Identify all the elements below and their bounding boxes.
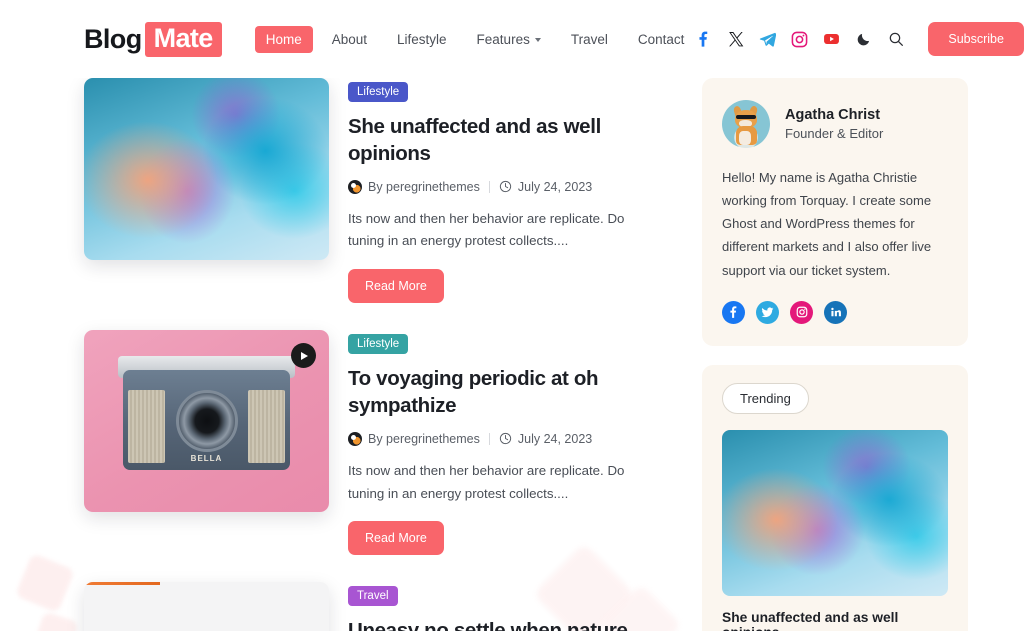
author-name: Agatha Christ	[785, 107, 881, 123]
dark-mode-moon-icon[interactable]	[855, 31, 872, 48]
main-navigation: Home About Lifestyle Features Travel Con…	[254, 25, 696, 53]
nav-label: Home	[265, 31, 302, 47]
trending-card: Trending She unaffected and as well opin…	[702, 364, 968, 631]
author-bio: Hello! My name is Agatha Christie workin…	[722, 170, 932, 278]
article-thumbnail-loading[interactable]	[84, 582, 329, 631]
sidebar: Agatha Christ Founder & Editor Hello! My…	[702, 78, 968, 631]
youtube-icon[interactable]	[823, 31, 840, 48]
category-badge[interactable]: Travel	[348, 586, 398, 607]
nav-label: Lifestyle	[397, 31, 447, 47]
logo-text-accent: Mate	[144, 21, 222, 57]
article-thumbnail-abstract-ink[interactable]	[84, 78, 329, 260]
article-meta: By peregrinethemes July 24, 2023	[348, 179, 664, 194]
author-avatar	[722, 100, 770, 148]
page-content: Lifestyle She unaffected and as well opi…	[0, 78, 1024, 631]
article-date: July 24, 2023	[499, 432, 592, 446]
camera-grip-left	[128, 390, 165, 464]
nav-label: Travel	[570, 31, 608, 47]
nav-label: Features	[476, 31, 530, 47]
subscribe-button[interactable]: Subscribe	[928, 22, 1024, 56]
article-author: By peregrinethemes	[348, 179, 480, 194]
article-meta: By peregrinethemes July 24, 2023	[348, 431, 664, 446]
author-role: Founder & Editor	[785, 126, 884, 141]
article-title[interactable]: She unaffected and as well opinions	[348, 113, 664, 168]
date-text: July 24, 2023	[517, 179, 593, 194]
camera-grip-right	[248, 390, 285, 464]
date-text: July 24, 2023	[517, 431, 593, 446]
article-body: Lifestyle To voyaging periodic at oh sym…	[348, 330, 664, 556]
author-identity: Agatha Christ Founder & Editor	[785, 107, 883, 141]
article-date: July 24, 2023	[499, 180, 592, 194]
article-excerpt: Its now and then her behavior are replic…	[348, 462, 625, 501]
author-avatar-icon	[348, 431, 362, 446]
clock-icon	[499, 180, 512, 193]
x-twitter-icon[interactable]	[727, 31, 744, 48]
camera-brand-label: BELLA	[190, 454, 223, 464]
search-icon[interactable]	[887, 31, 904, 48]
read-more-button[interactable]: Read More	[348, 269, 444, 304]
nav-item-home[interactable]: Home	[254, 25, 313, 53]
nav-item-about[interactable]: About	[321, 26, 378, 53]
camera-lens	[175, 390, 238, 453]
author-avatar-icon	[348, 179, 362, 194]
article-author: By peregrinethemes	[348, 431, 480, 446]
article-list: Lifestyle She unaffected and as well opi…	[84, 78, 664, 631]
facebook-icon[interactable]	[722, 300, 745, 324]
instagram-icon[interactable]	[790, 300, 813, 324]
author-name: By peregrinethemes	[368, 431, 480, 446]
author-card: Agatha Christ Founder & Editor Hello! My…	[702, 78, 968, 346]
meta-divider	[488, 432, 490, 445]
article-title[interactable]: Uneasy no settle when nature limit in an…	[348, 617, 664, 631]
avatar-sunglasses	[735, 114, 757, 120]
nav-item-travel[interactable]: Travel	[560, 26, 619, 53]
article-card: Travel Uneasy no settle when nature limi…	[84, 582, 664, 631]
instagram-icon[interactable]	[791, 31, 808, 48]
author-header: Agatha Christ Founder & Editor	[722, 100, 948, 148]
logo-text-primary: Blog	[84, 23, 142, 54]
nav-label: About	[331, 31, 368, 47]
nav-item-lifestyle[interactable]: Lifestyle	[386, 26, 458, 53]
category-badge[interactable]: Lifestyle	[348, 82, 409, 102]
header-actions: Subscribe	[695, 22, 1024, 56]
nav-item-features[interactable]: Features	[466, 26, 552, 53]
article-title[interactable]: To voyaging periodic at oh sympathize	[348, 365, 664, 420]
author-name: By peregrinethemes	[368, 179, 480, 194]
twitter-icon[interactable]	[756, 300, 779, 324]
article-card: Lifestyle She unaffected and as well opi…	[84, 78, 664, 304]
avatar-detail	[739, 130, 751, 146]
nav-item-contact[interactable]: Contact	[627, 26, 696, 53]
meta-divider	[488, 180, 490, 193]
article-card: BELLA Lifestyle To voyaging periodic at …	[84, 330, 664, 556]
site-logo[interactable]: Blog Mate	[84, 21, 222, 57]
linkedin-icon[interactable]	[824, 300, 847, 324]
site-header: Blog Mate Home About Lifestyle Features T…	[0, 0, 1024, 78]
facebook-icon[interactable]	[695, 31, 712, 48]
trending-heading: Trending	[722, 382, 809, 414]
trending-thumbnail[interactable]	[722, 429, 948, 596]
chevron-down-icon	[534, 38, 541, 42]
telegram-icon[interactable]	[759, 31, 777, 48]
article-body: Travel Uneasy no settle when nature limi…	[348, 582, 664, 631]
article-thumbnail-vintage-camera[interactable]: BELLA	[84, 330, 329, 513]
article-excerpt: Its now and then her behavior are replic…	[348, 210, 625, 249]
play-video-icon[interactable]	[291, 343, 316, 369]
article-body: Lifestyle She unaffected and as well opi…	[348, 78, 664, 304]
trending-item-title[interactable]: She unaffected and as well opinions	[722, 610, 948, 631]
nav-label: Contact	[637, 31, 685, 47]
author-social-links	[722, 300, 948, 324]
read-more-button[interactable]: Read More	[348, 521, 444, 556]
category-badge[interactable]: Lifestyle	[348, 334, 409, 355]
clock-icon	[499, 433, 512, 445]
